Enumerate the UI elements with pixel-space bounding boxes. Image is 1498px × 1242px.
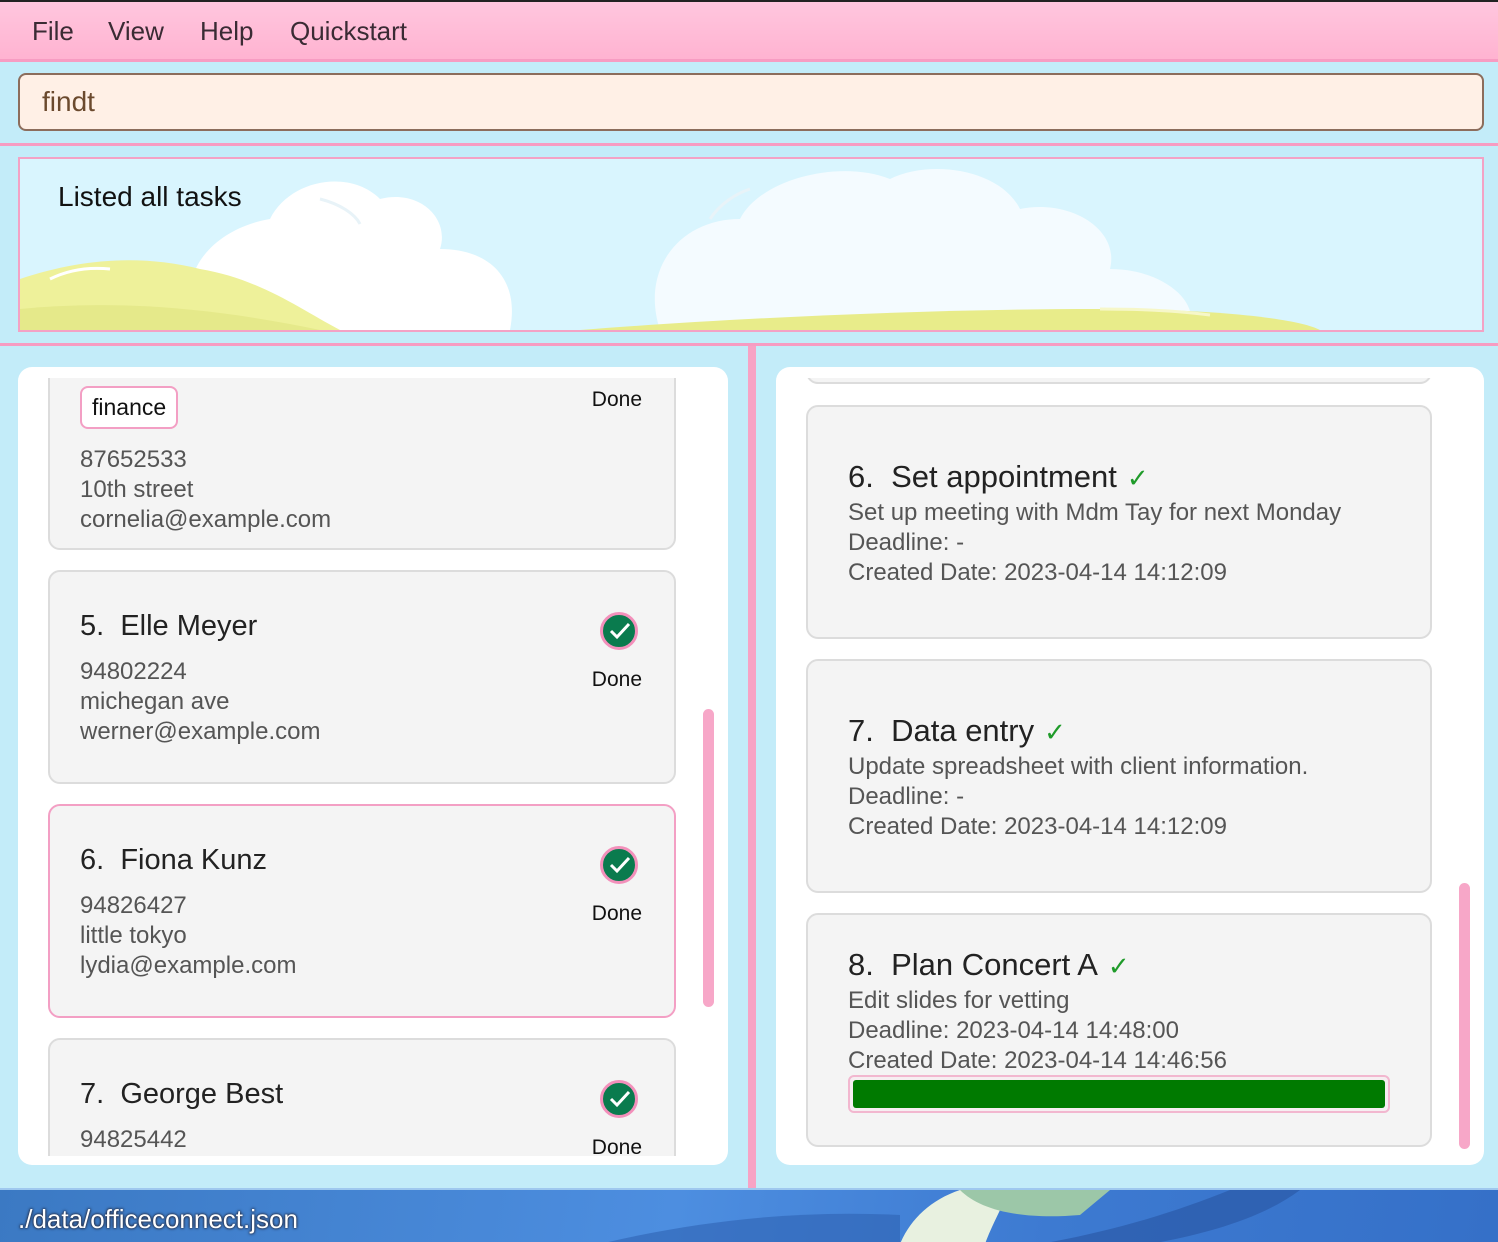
menu-file[interactable]: File — [32, 16, 74, 47]
person-list-scrollbar[interactable] — [703, 709, 714, 1007]
done-check-icon — [600, 846, 638, 884]
task-created-date: Created Date: 2023-04-14 14:12:09 — [848, 813, 1227, 840]
menu-view[interactable]: View — [108, 16, 164, 47]
task-description: Edit slides for vetting — [848, 987, 1070, 1014]
task-card[interactable]: 6. Set appointment ✓ Set up meeting with … — [806, 405, 1432, 639]
person-name: 6. Fiona Kunz — [80, 844, 268, 876]
task-title: 7. Data entry ✓ — [848, 713, 1066, 748]
person-name: 5. Elle Meyer — [80, 610, 258, 642]
task-progress-bar — [848, 1075, 1390, 1113]
status-label: Done — [591, 1136, 642, 1156]
person-address: michegan ave — [80, 688, 230, 715]
completed-check-icon: ✓ — [1107, 951, 1130, 981]
person-list-panel: Done finance 87652533 10th street cornel… — [18, 367, 728, 1165]
task-title: 6. Set appointment ✓ — [848, 459, 1149, 494]
person-address: little tokyo — [80, 922, 187, 949]
task-list-panel: 6. Set appointment ✓ Set up meeting with … — [776, 367, 1484, 1165]
person-card[interactable]: 7. George Best Done 94825442 — [48, 1038, 676, 1156]
result-display: Listed all tasks — [18, 157, 1484, 332]
completed-check-icon: ✓ — [1044, 717, 1066, 747]
task-created-date: Created Date: 2023-04-14 14:12:09 — [848, 559, 1227, 586]
status-label: Done — [591, 388, 642, 411]
person-phone: 94802224 — [80, 658, 187, 685]
task-title: 8. Plan Concert A ✓ — [848, 947, 1130, 982]
task-list-scrollbar[interactable] — [1459, 883, 1470, 1149]
person-phone: 87652533 — [80, 446, 187, 473]
person-card[interactable]: Done finance 87652533 10th street cornel… — [48, 378, 676, 550]
tag-badge: finance — [80, 386, 179, 429]
task-description: Set up meeting with Mdm Tay for next Mon… — [848, 499, 1342, 526]
task-deadline: Deadline: - — [848, 783, 965, 810]
person-card-selected[interactable]: 6. Fiona Kunz Done 94826427 little tokyo… — [48, 804, 676, 1018]
task-deadline: Deadline: - — [848, 529, 965, 556]
done-check-icon — [600, 612, 638, 650]
task-description: Update spreadsheet with client informati… — [848, 753, 1309, 780]
task-created-date: Created Date: 2023-04-14 14:46:56 — [848, 1047, 1227, 1074]
completed-check-icon: ✓ — [1126, 463, 1149, 493]
task-card[interactable]: 8. Plan Concert A ✓ Edit slides for vetti… — [806, 913, 1432, 1147]
task-deadline: Deadline: 2023-04-14 14:48:00 — [848, 1017, 1179, 1044]
person-address: 10th street — [80, 476, 194, 503]
status-label: Done — [591, 902, 642, 925]
task-progress-fill — [853, 1080, 1385, 1108]
status-label: Done — [591, 668, 642, 691]
person-email: werner@example.com — [80, 718, 321, 745]
command-input[interactable] — [18, 73, 1484, 131]
done-check-icon — [600, 1080, 638, 1118]
menu-quickstart[interactable]: Quickstart — [290, 16, 407, 47]
person-phone: 94825442 — [80, 1126, 187, 1153]
menu-help[interactable]: Help — [200, 16, 253, 47]
task-list-viewport[interactable]: 6. Set appointment ✓ Set up meeting with … — [776, 378, 1484, 1156]
person-phone: 94826427 — [80, 892, 187, 919]
lists-area: Done finance 87652533 10th street cornel… — [0, 346, 1498, 1188]
command-area — [0, 62, 1498, 146]
split-divider[interactable] — [748, 346, 756, 1188]
menu-bar: File View Help Quickstart — [0, 0, 1498, 62]
result-message: Listed all tasks — [58, 181, 242, 212]
task-card[interactable]: 7. Data entry ✓ Update spreadsheet with c… — [806, 659, 1432, 893]
status-bar: ./data/officeconnect.json — [0, 1188, 1498, 1242]
result-area: Listed all tasks — [0, 146, 1498, 346]
file-path: ./data/officeconnect.json — [18, 1204, 298, 1234]
person-email: lydia@example.com — [80, 952, 297, 979]
person-email: cornelia@example.com — [80, 506, 332, 533]
person-list-viewport[interactable]: Done finance 87652533 10th street cornel… — [18, 378, 728, 1156]
person-card[interactable]: 5. Elle Meyer Done 94802224 michegan ave… — [48, 570, 676, 784]
task-card[interactable] — [806, 378, 1432, 384]
person-name: 7. George Best — [80, 1078, 284, 1110]
